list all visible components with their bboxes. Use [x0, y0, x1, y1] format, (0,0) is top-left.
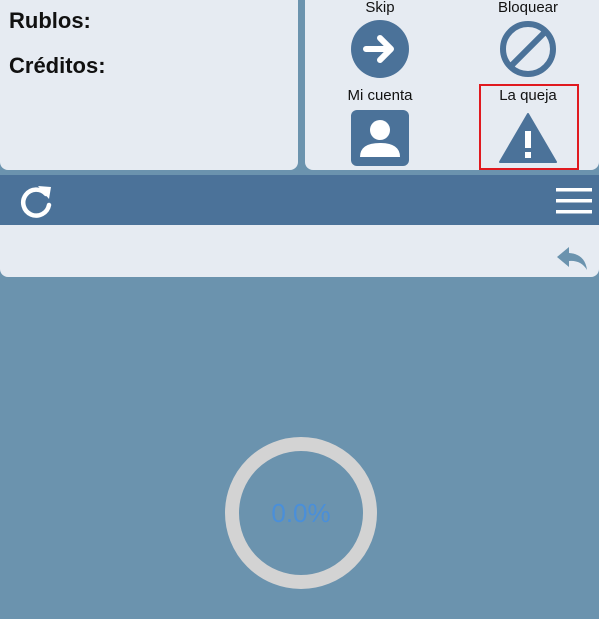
account-label: Mi cuenta: [347, 87, 413, 104]
highlight-box: [479, 84, 579, 170]
reply-arrow-icon[interactable]: [556, 245, 588, 271]
hamburger-menu-icon[interactable]: [556, 188, 592, 214]
block-label: Bloquear: [497, 0, 559, 16]
app-screen: Rublos: Créditos: Skip Bloquear Mi cuent…: [0, 0, 599, 619]
header-area: Rublos: Créditos: Skip Bloquear Mi cuent…: [0, 0, 599, 172]
prohibited-icon: [500, 21, 556, 77]
user-icon: [351, 110, 409, 166]
balance-panel: Rublos: Créditos:: [0, 0, 298, 170]
arrow-right-circle-icon: [351, 20, 409, 78]
creditos-label: Créditos:: [9, 53, 106, 78]
progress-percentage: 0.0%: [271, 497, 331, 528]
toolbar: [0, 175, 599, 225]
progress-indicator: 0.0%: [224, 436, 378, 590]
refresh-icon[interactable]: [18, 183, 54, 219]
skip-label: Skip: [365, 0, 395, 16]
skip-button[interactable]: Skip: [320, 0, 440, 79]
rublos-label: Rublos:: [9, 8, 91, 33]
block-button[interactable]: Bloquear: [468, 0, 588, 79]
account-button[interactable]: Mi cuenta: [320, 88, 440, 167]
navigation-bar: [0, 225, 599, 277]
